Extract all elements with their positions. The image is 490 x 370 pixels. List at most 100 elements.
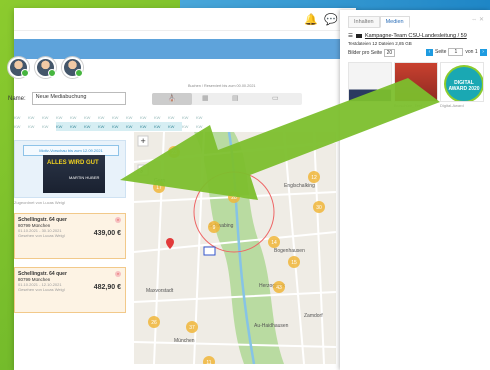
per-page-label: Bilder pro Seite <box>348 50 383 56</box>
week-chip[interactable]: KW <box>28 113 42 122</box>
week-chip[interactable]: KW <box>140 122 154 131</box>
panel-controls[interactable]: ⇔ ✕ <box>471 16 484 23</box>
svg-text:43: 43 <box>276 285 282 291</box>
svg-text:11: 11 <box>206 360 211 364</box>
map-cluster[interactable]: 15 <box>288 256 300 268</box>
map-cluster[interactable]: 43 <box>273 281 285 293</box>
motive-title: ALLES WIRD GUT <box>47 160 99 166</box>
map-cluster[interactable]: 17 <box>153 181 165 193</box>
media-item[interactable]: DIGITAL AWARD 2020 Digital-Award <box>440 62 484 108</box>
week-chip[interactable]: KW <box>126 113 140 122</box>
award-text: DIGITAL AWARD 2020 <box>448 80 480 92</box>
page-label: Seite <box>435 49 447 55</box>
folder-icon <box>355 33 362 38</box>
week-chip[interactable]: KW <box>70 113 84 122</box>
offer-card[interactable]: × Schellingstr. 64 quer 80799 München 01… <box>14 213 126 259</box>
week-chip[interactable]: KW <box>84 113 98 122</box>
top-toolbar: 🔔 💬 <box>14 8 356 31</box>
title-band <box>14 39 356 59</box>
online-dot <box>75 69 83 77</box>
media-caption: Broschüre_Test <box>394 103 422 108</box>
week-chip[interactable]: KW <box>168 122 182 131</box>
week-chip[interactable]: KW <box>196 113 210 122</box>
calendar-icon[interactable]: ▦ <box>202 94 209 102</box>
week-chip[interactable]: KW <box>154 113 168 122</box>
motive-card[interactable]: Motiv-Vorschau bis zum 12.09.2021 ALLES … <box>14 140 126 198</box>
page-input[interactable]: 1 <box>448 48 464 56</box>
menu-icon[interactable]: ☰ <box>348 33 353 39</box>
media-thumbnail[interactable] <box>348 62 392 102</box>
map-cluster[interactable]: 12 <box>308 171 320 183</box>
week-chip[interactable]: KW <box>196 122 210 131</box>
tab-medien[interactable]: Medien <box>379 16 410 28</box>
week-chip[interactable]: KW <box>182 113 196 122</box>
motive-thumbnail[interactable]: ALLES WIRD GUT MARTIN HUBER <box>43 155 105 193</box>
svg-text:⌕: ⌕ <box>140 168 143 175</box>
prev-page-button[interactable]: ‹ <box>426 48 433 56</box>
billboard-icon[interactable] <box>203 246 216 256</box>
week-chip[interactable]: KW <box>112 122 126 131</box>
week-chip[interactable]: KW <box>182 122 196 131</box>
online-dot <box>48 69 56 77</box>
week-chip[interactable]: KW <box>168 113 182 122</box>
week-chip[interactable]: KW <box>56 113 70 122</box>
avatar[interactable] <box>8 57 29 78</box>
grid-icon[interactable]: ▤ <box>232 94 239 102</box>
offer-card[interactable]: × Schellingstr. 64 quer 80799 München 01… <box>14 267 126 313</box>
map-cluster[interactable]: 26 <box>148 316 160 328</box>
media-item[interactable] <box>348 62 392 108</box>
week-chip[interactable]: KW <box>42 122 56 131</box>
map-label: Bogenhausen <box>274 248 305 254</box>
week-chip[interactable]: KW <box>126 122 140 131</box>
folder-path[interactable]: ☰ Kampagne-Team CSU-Landesleitung / 59 <box>348 33 467 39</box>
media-panel: Inhalten Medien ⇔ ✕ ☰ Kampagne-Team CSU-L… <box>340 10 490 370</box>
week-chip[interactable]: KW <box>14 122 28 131</box>
week-chip[interactable]: KW <box>28 122 42 131</box>
map-canvas[interactable]: GernSchwabingMaxvorstadtMünchenAu-Haidha… <box>134 132 336 364</box>
remove-icon[interactable]: × <box>115 217 121 223</box>
cart-icon[interactable]: ▭ <box>272 94 279 102</box>
week-chip[interactable]: KW <box>112 113 126 122</box>
week-chip[interactable]: KW <box>14 113 28 122</box>
week-chip[interactable]: KW <box>98 113 112 122</box>
tab-inhalten[interactable]: Inhalten <box>348 16 380 28</box>
map-cluster[interactable]: 14 <box>268 236 280 248</box>
media-grid: Broschüre_Test DIGITAL AWARD 2020 Digita… <box>348 62 484 108</box>
svg-text:23: 23 <box>171 150 177 156</box>
step-location[interactable]: ⛪ <box>152 93 192 105</box>
map-view[interactable]: Gern Schwabing Maxvorstadt München Au-Haidha… <box>134 132 336 364</box>
name-input[interactable]: Neue Mediabuchung <box>31 92 126 105</box>
week-chip[interactable]: KW <box>42 113 56 122</box>
week-chip[interactable]: KW <box>84 122 98 131</box>
week-chip[interactable]: KW <box>56 122 70 131</box>
chat-icon[interactable]: 💬 <box>324 13 338 26</box>
next-page-button[interactable]: › <box>479 48 487 56</box>
week-chip[interactable]: KW <box>70 122 84 131</box>
svg-text:12: 12 <box>311 175 317 181</box>
bell-icon[interactable]: 🔔 <box>304 13 318 26</box>
avatar[interactable] <box>35 57 56 78</box>
svg-text:14: 14 <box>271 240 277 246</box>
map-cluster[interactable]: 23 <box>168 146 180 158</box>
media-item[interactable]: Broschüre_Test <box>394 62 438 108</box>
week-chip[interactable]: KW <box>98 122 112 131</box>
map-cluster[interactable]: 37 <box>186 321 198 333</box>
step-note: Buchen / Reserviert bis zum 00.00.2021 <box>188 84 256 88</box>
week-chip[interactable]: KW <box>140 113 154 122</box>
media-caption: Digital-Award <box>440 103 464 108</box>
map-cluster[interactable]: 28 <box>228 191 240 203</box>
map-label: Zamdorf <box>304 313 323 319</box>
map-cluster[interactable]: 30 <box>313 201 325 213</box>
remove-icon[interactable]: × <box>115 271 121 277</box>
media-thumbnail[interactable]: DIGITAL AWARD 2020 <box>440 62 484 102</box>
per-page: Bilder pro Seite 20 <box>348 49 396 57</box>
folder-path-label: Kampagne-Team CSU-Landesleitung / 59 <box>364 33 467 39</box>
avatar[interactable] <box>62 57 83 78</box>
per-page-select[interactable]: 20 <box>383 49 396 57</box>
week-chip[interactable]: KW <box>154 122 168 131</box>
booking-name-row: Name: Neue Mediabuchung <box>8 92 126 105</box>
map-cluster[interactable]: 9 <box>208 221 220 233</box>
page-of: von 1 <box>465 49 478 55</box>
map-label: München <box>174 338 195 344</box>
media-thumbnail[interactable] <box>394 62 438 102</box>
